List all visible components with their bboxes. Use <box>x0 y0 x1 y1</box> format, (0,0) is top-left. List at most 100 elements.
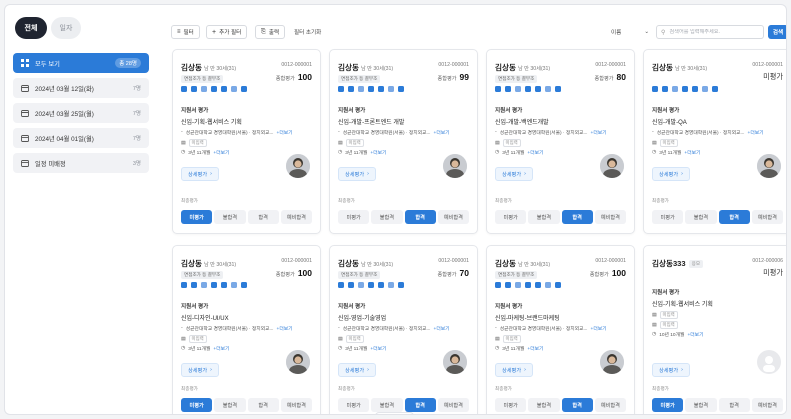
next-page-button[interactable]: › <box>405 414 407 415</box>
eval-option[interactable]: 예비합격 <box>751 398 783 412</box>
eval-option[interactable]: 미평가 <box>181 210 213 224</box>
applicant-name-text: 김상동 <box>338 63 359 72</box>
sidebar-item-4[interactable]: 일정 미배정 3명 <box>13 153 149 173</box>
more-link[interactable]: +더보기 <box>684 149 700 156</box>
more-link[interactable]: +더보기 <box>370 345 386 352</box>
sidebar-item-0[interactable]: 모두 보기 총 28명 <box>13 53 149 73</box>
skill-icon <box>211 282 217 288</box>
eval-option[interactable]: 미평가 <box>495 398 527 412</box>
field-line: ▤ 미입력 <box>338 335 364 343</box>
eval-option[interactable]: 합격 <box>718 210 750 224</box>
detail-eval-label: 상세평가 <box>188 171 208 178</box>
more-link[interactable]: +더보기 <box>370 149 386 156</box>
eval-option[interactable]: 미평가 <box>338 210 370 224</box>
more-link[interactable]: +더보기 <box>213 345 229 352</box>
detail-eval-button[interactable]: 상세평가 › <box>652 167 690 181</box>
eval-option[interactable]: 불합격 <box>214 398 246 412</box>
eval-option[interactable]: 예비합격 <box>594 210 626 224</box>
eval-option[interactable]: 미평가 <box>338 398 370 412</box>
eval-option[interactable]: 예비합격 <box>751 210 783 224</box>
filter-button[interactable]: ≡ 필터 <box>171 25 200 39</box>
skill-icon <box>662 86 668 92</box>
toggle-date[interactable]: 일자 <box>51 17 81 39</box>
eval-option[interactable]: 불합격 <box>528 210 560 224</box>
final-eval-options: 미평가 불합격 합격 예비합격 <box>338 398 469 412</box>
applicant-card[interactable]: 김상동 남 만 30세(31) 0012-000001 면접조가 등 결부조 종합평가 9… <box>329 49 478 234</box>
search-input[interactable] <box>669 29 759 35</box>
sort-select[interactable]: 이름 ⌄ <box>609 25 651 39</box>
more-link[interactable]: +더보기 <box>527 345 543 352</box>
applicant-name: 김상동 남 만 30세(31) <box>495 62 550 73</box>
applicant-name: 김상동 남 만 30세(31) <box>181 258 236 269</box>
eval-option[interactable]: 불합격 <box>214 210 246 224</box>
detail-eval-button[interactable]: 상세평가 › <box>495 363 533 377</box>
search-button[interactable]: 검색 <box>768 25 786 39</box>
applicant-card[interactable]: 김상동 남 만 30세(31) 0012-000001 면접조가 등 결부조 종합평가 7… <box>329 245 478 414</box>
applicant-card[interactable]: 김상동 남 만 30세(31) 0012-000001 면접조가 등 결부조 종합평가 1… <box>486 245 635 414</box>
eval-option[interactable]: 합격 <box>404 210 436 224</box>
eval-option[interactable]: 예비합격 <box>594 398 626 412</box>
more-link[interactable]: +더보기 <box>434 325 450 332</box>
more-link[interactable]: +더보기 <box>213 149 229 156</box>
more-link[interactable]: +더보기 <box>687 331 703 338</box>
more-link[interactable]: +더보기 <box>748 129 764 136</box>
prev-page-button[interactable]: ‹ <box>382 414 384 415</box>
sidebar-item-3[interactable]: 2024년 04월 01일(월) 7명 <box>13 128 149 148</box>
detail-eval-label: 상세평가 <box>345 367 365 374</box>
eval-option[interactable]: 예비합격 <box>280 210 312 224</box>
eval-option[interactable]: 미평가 <box>652 210 684 224</box>
skill-icon <box>398 86 404 92</box>
eval-option[interactable]: 불합격 <box>371 398 403 412</box>
add-filter-button[interactable]: + 추가 필터 <box>206 25 248 39</box>
eval-option[interactable]: 불합격 <box>528 398 560 412</box>
more-link[interactable]: +더보기 <box>434 129 450 136</box>
toolbar: ≡ 필터 + 추가 필터 ⎘ 출력 필터 초기화 이름 ⌄ ⚲ 검색 <box>171 25 786 41</box>
applicant-card[interactable]: 김상동 남 만 30세(31) 0012-000001 면접조가 등 결부조 종합평가 1… <box>172 49 321 234</box>
plus-icon: + <box>212 28 217 36</box>
applicant-card[interactable]: 김상동 남 만 30세(31) 0012-000001 면접조가 등 결부조 종합평가 1… <box>172 245 321 414</box>
eval-option[interactable]: 합격 <box>247 210 279 224</box>
chevron-right-icon: › <box>524 171 526 177</box>
more-link[interactable]: +더보기 <box>527 149 543 156</box>
detail-eval-button[interactable]: 상세평가 › <box>495 167 533 181</box>
eval-option[interactable]: 불합격 <box>371 210 403 224</box>
applicant-card[interactable]: 김상동 남 만 30세(31) 0012-000001 미평가 지원서 평가 신입-개발-… <box>643 49 786 234</box>
skill-icon <box>368 282 374 288</box>
eval-option[interactable]: 미평가 <box>652 398 684 412</box>
eval-option[interactable]: 예비합격 <box>437 210 469 224</box>
page-number[interactable]: 1 <box>390 414 399 415</box>
applicant-card[interactable]: 김상동333 응모 0012-000006 미평가 지원서 평가 신입-기획-웹서비스 기… <box>643 245 786 414</box>
sidebar-item-1[interactable]: 2024년 03월 12일(화) 7명 <box>13 78 149 98</box>
eval-option[interactable]: 합격 <box>404 398 436 412</box>
toggle-all[interactable]: 전체 <box>15 17 47 39</box>
detail-eval-button[interactable]: 상세평가 › <box>181 167 219 181</box>
detail-eval-button[interactable]: 상세평가 › <box>652 363 690 377</box>
detail-eval-button[interactable]: 상세평가 › <box>338 167 376 181</box>
eval-option[interactable]: 불합격 <box>685 210 717 224</box>
eval-option[interactable]: 예비합격 <box>437 398 469 412</box>
eval-option[interactable]: 합격 <box>247 398 279 412</box>
empty-chip: 미입력 <box>345 335 364 343</box>
avatar <box>443 154 467 178</box>
school-text: 성균관대학교 경영대학원(서울) · 정치외교... <box>656 131 745 136</box>
eval-option[interactable]: 미평가 <box>495 210 527 224</box>
detail-eval-button[interactable]: 상세평가 › <box>181 363 219 377</box>
eval-option[interactable]: 예비합격 <box>280 398 312 412</box>
skill-icon <box>378 282 384 288</box>
eval-option[interactable]: 합격 <box>561 398 593 412</box>
more-link[interactable]: +더보기 <box>277 129 293 136</box>
export-button[interactable]: ⎘ 출력 <box>255 25 286 39</box>
eval-option[interactable]: 합격 <box>718 398 750 412</box>
detail-eval-button[interactable]: 상세평가 › <box>338 363 376 377</box>
chevron-right-icon: › <box>210 367 212 373</box>
eval-option[interactable]: 미평가 <box>181 398 213 412</box>
eval-option[interactable]: 합격 <box>561 210 593 224</box>
reset-filter-link[interactable]: 필터 초기화 <box>294 25 321 39</box>
more-link[interactable]: +더보기 <box>591 325 607 332</box>
eval-option[interactable]: 불합격 <box>685 398 717 412</box>
more-link[interactable]: +더보기 <box>591 129 607 136</box>
sidebar-item-2[interactable]: 2024년 03월 25일(월) 7명 <box>13 103 149 123</box>
more-link[interactable]: +더보기 <box>277 325 293 332</box>
applicant-card[interactable]: 김상동 남 만 30세(31) 0012-000001 면접조가 등 결부조 종합평가 8… <box>486 49 635 234</box>
career-line: ◷ 3년 11개월 +더보기 <box>181 149 229 156</box>
